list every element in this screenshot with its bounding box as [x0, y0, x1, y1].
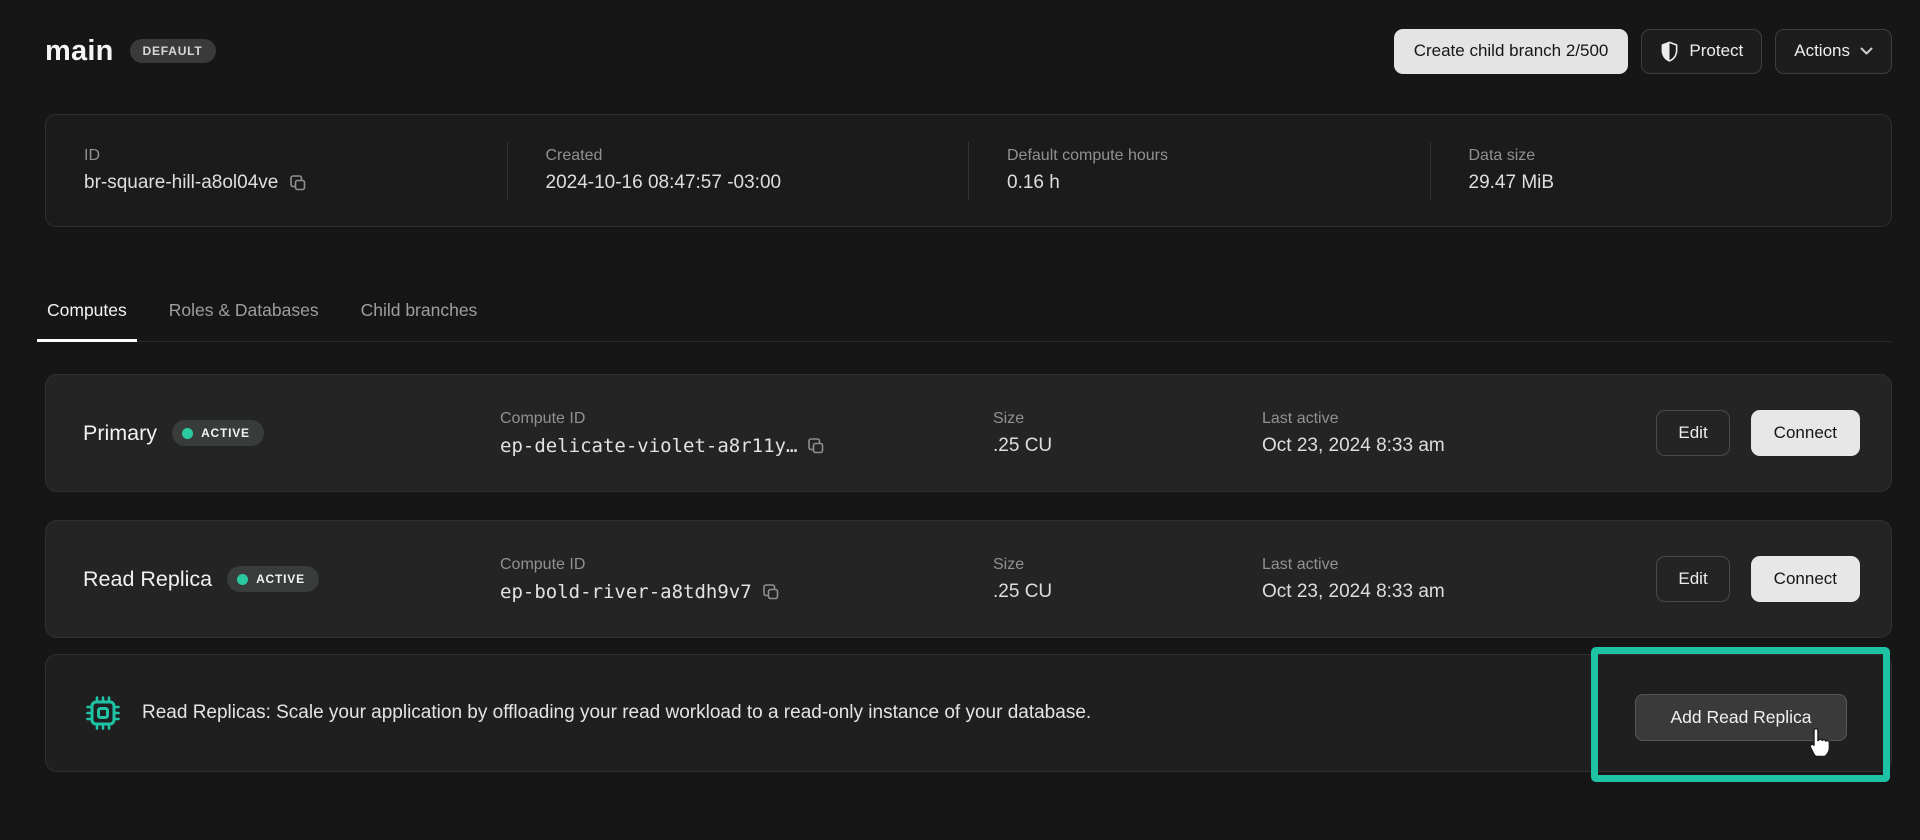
- banner-text: Read Replicas: Scale your application by…: [142, 702, 1091, 724]
- chevron-down-icon: [1860, 47, 1873, 56]
- shield-icon: [1660, 41, 1679, 62]
- compute-row-read-replica: Read Replica ACTIVE Compute ID ep-bold-r…: [45, 520, 1892, 638]
- tab-child-branches[interactable]: Child branches: [359, 300, 480, 341]
- tab-roles-databases[interactable]: Roles & Databases: [167, 300, 321, 341]
- status-dot-icon: [182, 428, 193, 439]
- copy-icon[interactable]: [806, 436, 826, 456]
- divider: [968, 142, 969, 200]
- compute-id-label: Compute ID: [500, 556, 993, 574]
- last-active-value: Oct 23, 2024 8:33 am: [1262, 435, 1656, 457]
- tab-bar: Computes Roles & Databases Child branche…: [45, 300, 1892, 342]
- data-size-value: 29.47 MiB: [1469, 172, 1892, 194]
- status-label: ACTIVE: [256, 572, 305, 586]
- field-label: ID: [84, 147, 507, 165]
- branch-id-value: br-square-hill-a8ol04ve: [84, 172, 278, 194]
- info-field-created: Created 2024-10-16 08:47:57 -03:00: [546, 147, 969, 194]
- last-active-label: Last active: [1262, 556, 1656, 574]
- tab-computes[interactable]: Computes: [45, 300, 129, 341]
- branch-info-card: ID br-square-hill-a8ol04ve Created 2024-…: [45, 114, 1892, 227]
- status-badge: ACTIVE: [227, 566, 319, 592]
- field-label: Default compute hours: [1007, 147, 1430, 165]
- compute-hours-value: 0.16 h: [1007, 172, 1430, 194]
- page-title: main: [45, 35, 114, 68]
- size-value: .25 CU: [993, 581, 1262, 603]
- copy-icon[interactable]: [761, 582, 781, 602]
- status-badge: ACTIVE: [172, 420, 264, 446]
- size-label: Size: [993, 556, 1262, 574]
- actions-button-label: Actions: [1794, 41, 1850, 61]
- last-active-value: Oct 23, 2024 8:33 am: [1262, 581, 1656, 603]
- compute-id-value: ep-delicate-violet-a8r11y…: [500, 435, 797, 457]
- last-active-label: Last active: [1262, 410, 1656, 428]
- divider: [1430, 142, 1431, 200]
- default-badge: DEFAULT: [130, 39, 216, 63]
- field-label: Created: [546, 147, 969, 165]
- compute-id-value: ep-bold-river-a8tdh9v7: [500, 581, 752, 603]
- page-header: main DEFAULT Create child branch 2/500 P…: [45, 28, 1892, 74]
- compute-row-primary: Primary ACTIVE Compute ID ep-delicate-vi…: [45, 374, 1892, 492]
- create-child-branch-button[interactable]: Create child branch 2/500: [1394, 29, 1629, 74]
- field-label: Data size: [1469, 147, 1892, 165]
- connect-button[interactable]: Connect: [1751, 556, 1860, 602]
- compute-id-label: Compute ID: [500, 410, 993, 428]
- size-value: .25 CU: [993, 435, 1262, 457]
- divider: [507, 142, 508, 200]
- info-field-id: ID br-square-hill-a8ol04ve: [84, 147, 507, 194]
- info-field-compute-hours: Default compute hours 0.16 h: [1007, 147, 1430, 194]
- info-field-data-size: Data size 29.47 MiB: [1469, 147, 1892, 194]
- connect-button[interactable]: Connect: [1751, 410, 1860, 456]
- protect-button[interactable]: Protect: [1641, 29, 1762, 74]
- actions-button[interactable]: Actions: [1775, 29, 1892, 74]
- add-read-replica-button[interactable]: Add Read Replica: [1635, 694, 1847, 741]
- copy-icon[interactable]: [288, 173, 308, 193]
- status-dot-icon: [237, 574, 248, 585]
- compute-name: Primary: [83, 421, 157, 446]
- cpu-chip-icon: [83, 693, 123, 733]
- tutorial-highlight-box: Add Read Replica: [1591, 647, 1890, 782]
- compute-name: Read Replica: [83, 567, 212, 592]
- read-replicas-banner: Read Replicas: Scale your application by…: [45, 654, 1892, 772]
- created-value: 2024-10-16 08:47:57 -03:00: [546, 172, 969, 194]
- edit-button[interactable]: Edit: [1656, 410, 1729, 456]
- status-label: ACTIVE: [201, 426, 250, 440]
- protect-button-label: Protect: [1689, 41, 1743, 61]
- size-label: Size: [993, 410, 1262, 428]
- edit-button[interactable]: Edit: [1656, 556, 1729, 602]
- branch-page: main DEFAULT Create child branch 2/500 P…: [0, 28, 1920, 772]
